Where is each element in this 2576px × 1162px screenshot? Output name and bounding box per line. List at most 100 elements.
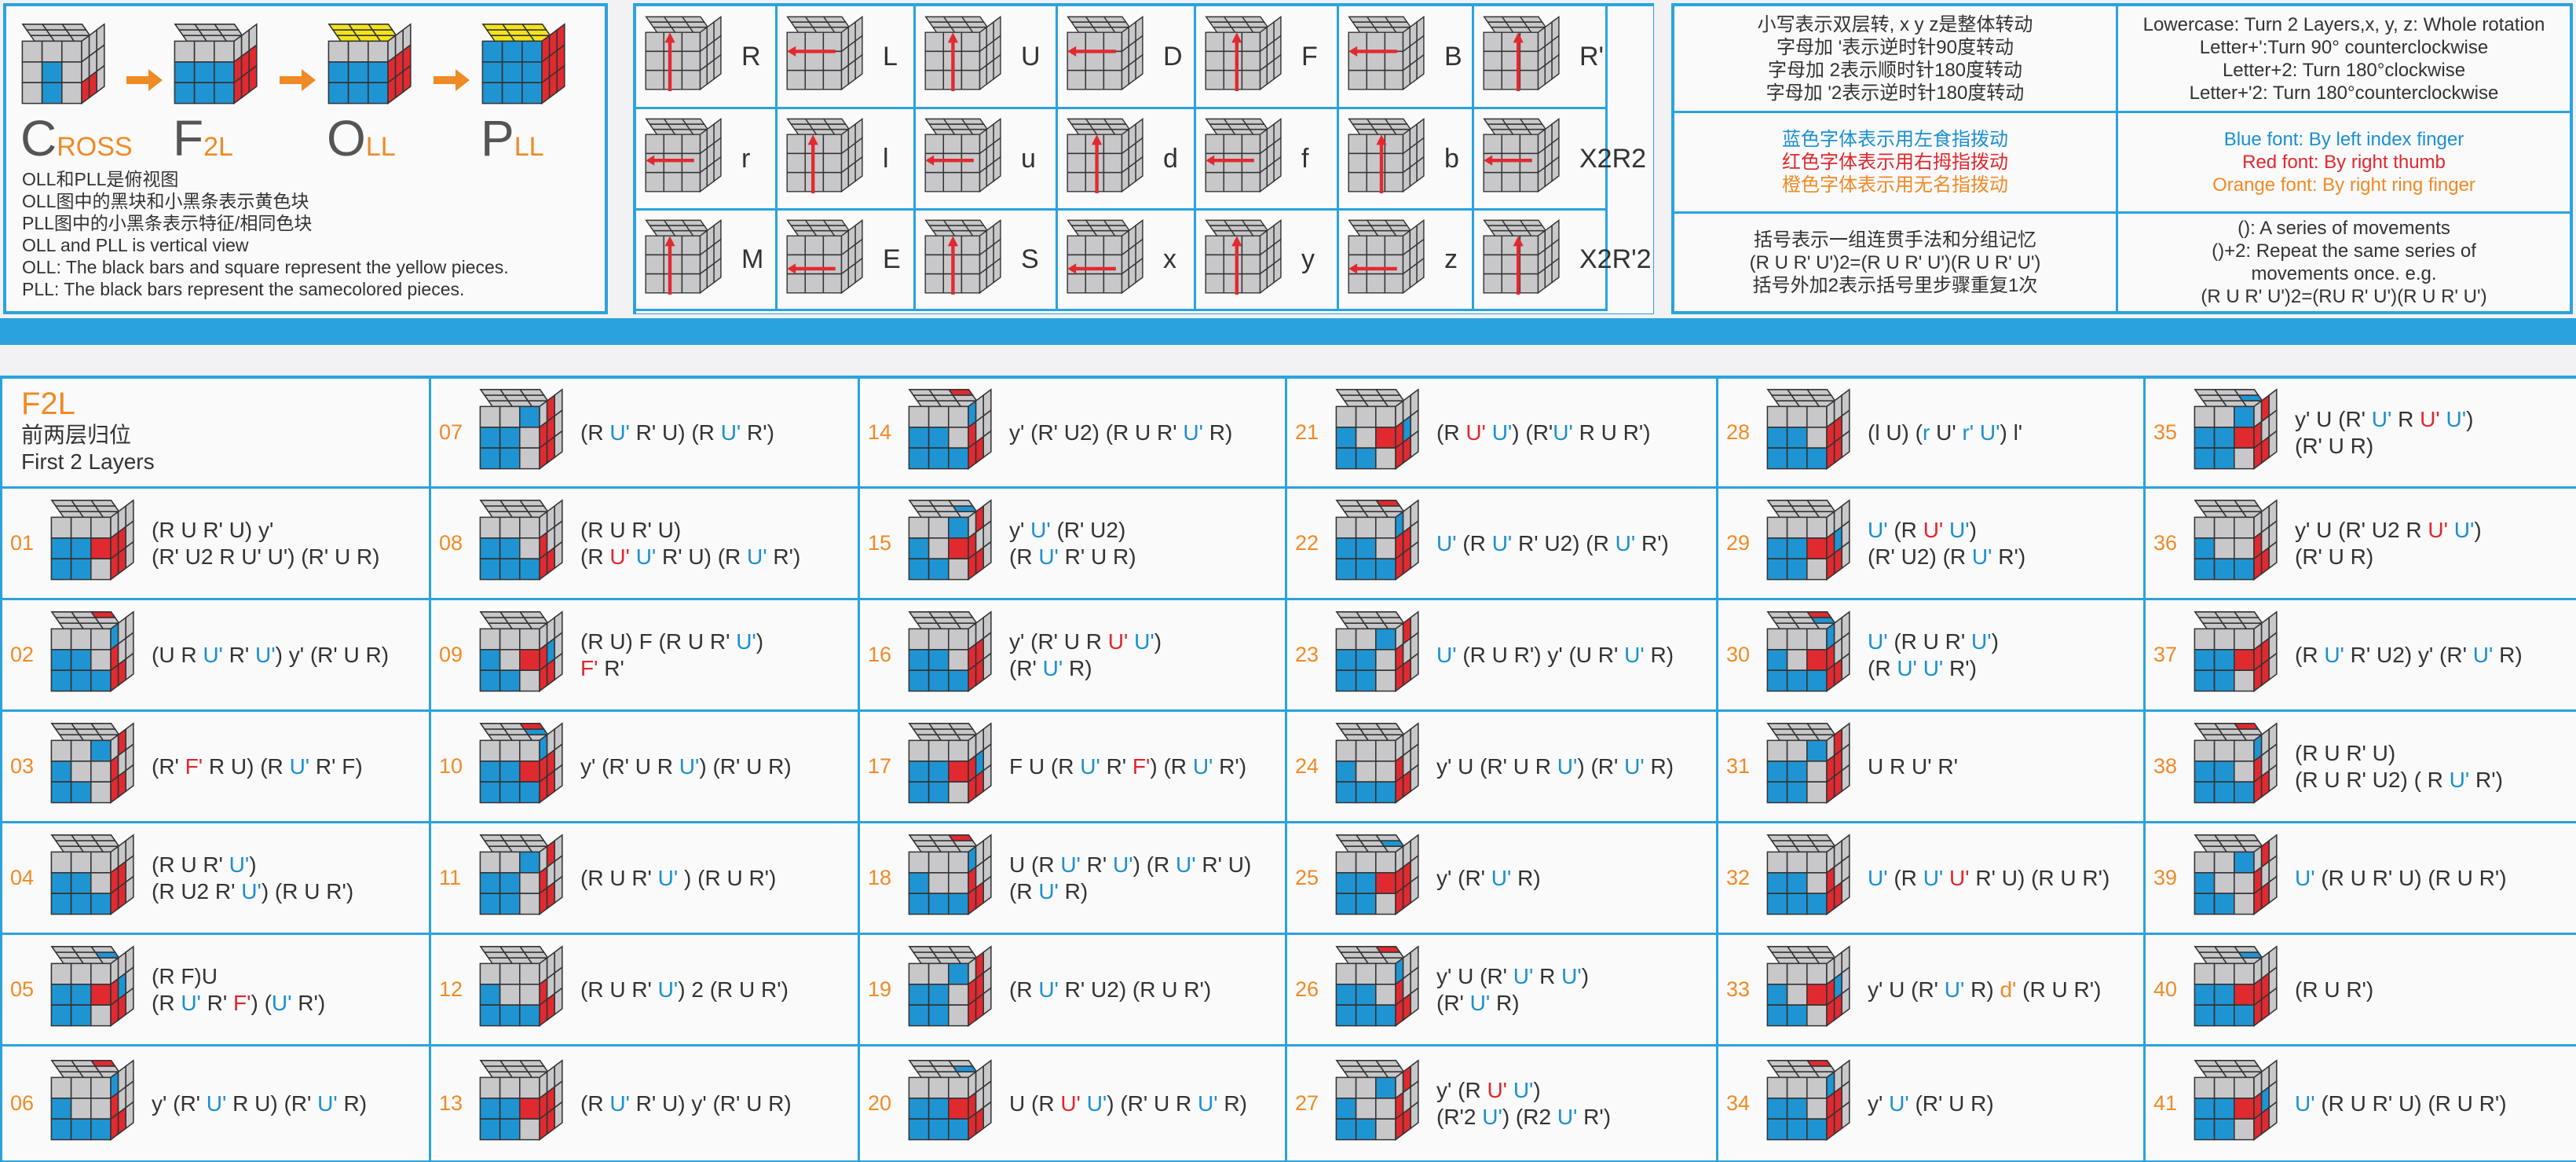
algorithm-line: y' (R' U R U' U') xyxy=(1009,629,1162,655)
case-number: 29 xyxy=(1726,531,1751,555)
case-number: 18 xyxy=(868,866,892,889)
case-cube-icon xyxy=(479,833,563,915)
case-algorithm: (R U R' U) y' (R' U2 R U' U') (R' U R) xyxy=(152,517,380,570)
move-text: U' xyxy=(2446,406,2467,431)
move-text: r' xyxy=(1962,420,1974,445)
move-text: R' xyxy=(222,642,256,667)
move-text: (R xyxy=(1887,865,1923,890)
move-text: F' xyxy=(580,655,598,680)
f2l-header: F2L 前两层归位 First 2 Layers xyxy=(2,379,431,489)
f2l-case-27: 27 y' (R U' U') (R'2 U') (R2 U' R') xyxy=(1287,1047,1718,1162)
move-text: ) xyxy=(1154,629,1162,654)
move-text: R') xyxy=(1943,655,1977,680)
case-cube-icon xyxy=(479,610,563,692)
move-text: (R xyxy=(580,420,610,445)
move-text: (R U R' U) (R U R') xyxy=(2314,1091,2507,1116)
move-text: U' xyxy=(1113,852,1133,877)
f2l-case-04: 04 (R U R' U') (R U2 R' U') (R U R') xyxy=(2,823,431,935)
move-text: y' (R' xyxy=(152,1091,207,1116)
move-symbol: D xyxy=(1163,41,1183,71)
move-text xyxy=(1943,866,1949,890)
f2l-case-22: 22 U' (R U' R' U2) (R U' R') xyxy=(1287,489,1718,600)
algorithm-line: (R U) F (R U R' U') xyxy=(580,629,763,655)
algorithm-line: y' (R' U' R) xyxy=(1436,865,1541,892)
f2l-case-07: 07 (R U' R' U) (R U' R') xyxy=(431,379,860,489)
move-text: (R U R') y' (U R' xyxy=(1456,642,1625,667)
algorithm-line: (R' U' R) xyxy=(1009,655,1162,682)
move-text: U' xyxy=(1198,1091,1218,1116)
move-text: (R xyxy=(1456,530,1492,555)
case-algorithm: y' (R' U' R U) (R' U' R) xyxy=(152,1091,367,1117)
algorithm-line: (R U' R) xyxy=(1009,878,1251,905)
notation-cell-0-5: B xyxy=(1339,6,1474,109)
move-text: U' xyxy=(1889,1091,1909,1116)
move-symbol: X2R'2 xyxy=(1579,244,1652,274)
case-cube-icon xyxy=(1766,610,1850,692)
f2l-case-17: 17 F U (R U' R' F') (R U' R') xyxy=(860,712,1287,823)
algorithm-line: U' (R U R') y' (U R' U' R) xyxy=(1436,642,1674,669)
case-cube-icon xyxy=(479,498,563,581)
case-cube-icon xyxy=(1766,721,1850,804)
algorithm-line: U' (R U' U') xyxy=(1868,517,2025,544)
move-text: y' xyxy=(1009,517,1031,542)
move-text: U' xyxy=(1436,642,1457,667)
case-number: 19 xyxy=(868,977,892,1001)
f2l-case-35: 35 y' U (R' U' R U' U') (R' U R) xyxy=(2146,379,2576,489)
notation-cell-1-1: l xyxy=(778,109,916,211)
case-number: 20 xyxy=(868,1091,892,1115)
case-cube-icon xyxy=(1766,833,1850,915)
cube-icon xyxy=(481,23,565,105)
move-text: R xyxy=(1533,963,1562,988)
move-text: U' xyxy=(1868,865,1888,890)
move-text: U' xyxy=(255,642,276,667)
case-number: 39 xyxy=(2153,866,2178,889)
f2l-case-11: 11 (R U R' U' ) (R U R') xyxy=(431,823,860,935)
move-text: y' U (R' U R xyxy=(1436,753,1557,779)
move-text: (R' U2) xyxy=(1050,517,1126,542)
move-text: (R U R' xyxy=(1887,629,1972,654)
move-text: U' xyxy=(1971,629,1992,654)
f2l-case-14: 14 y' (R' U2) (R U R' U' R) xyxy=(860,379,1287,489)
case-number: 03 xyxy=(10,754,35,778)
move-text: R' F) xyxy=(309,753,363,779)
move-text: (R U2 R' xyxy=(152,878,242,904)
cube-icon xyxy=(174,23,258,105)
move-text: U' xyxy=(747,544,767,569)
case-algorithm: (R U R' U') 2 (R U R') xyxy=(580,977,789,1003)
algorithm-line: (R' U R) xyxy=(2295,544,2482,570)
case-algorithm: (R F)U (R U' R' F') (U' R') xyxy=(152,963,325,1017)
move-text: y' (R' U R xyxy=(580,753,679,779)
case-algorithm: y' U (R' U R U') (R' U' R) xyxy=(1436,753,1674,780)
f2l-case-08: 08 (R U R' U) (R U' U' R' U) (R U' R') xyxy=(431,489,860,600)
move-text: ) xyxy=(249,852,257,877)
move-text: R) xyxy=(1217,1091,1247,1116)
move-text: U' xyxy=(1042,655,1063,680)
move-cube-icon xyxy=(786,117,863,193)
cube-icon xyxy=(21,23,105,105)
move-text: U' xyxy=(1134,629,1154,654)
move-text xyxy=(1917,656,1923,680)
notation-cell-1-0: r xyxy=(636,109,778,211)
case-algorithm: y' U' (R' U2) (R U' R' U R) xyxy=(1009,517,1136,570)
case-number: 24 xyxy=(1295,754,1319,778)
algorithm-line: (R U' R' U R) xyxy=(1009,544,1136,570)
legend-en-turns: Lowercase: Turn 2 Layers,x, y, z: Whole … xyxy=(2118,6,2572,113)
move-text: R' U) xyxy=(1195,852,1252,877)
algorithm-line: (R U' U') (R'U' R U R') xyxy=(1436,420,1651,446)
move-text: U' U' xyxy=(241,544,288,569)
move-text: U' xyxy=(181,990,201,1015)
move-text: U' xyxy=(1465,420,1486,445)
move-text: R' U) (R xyxy=(629,420,721,445)
legend-en-fingers: Blue font: By left index finger Red font:… xyxy=(2118,113,2572,214)
move-text: (R xyxy=(580,1091,610,1116)
move-text: U' xyxy=(1897,655,1917,680)
move-text: U' xyxy=(2472,642,2494,667)
move-text: U R U' R' xyxy=(1868,753,1958,779)
move-text: U' xyxy=(2453,517,2475,542)
case-algorithm: y' U (R' U' R U') (R' U' R) xyxy=(1436,963,1589,1017)
move-cube-icon xyxy=(924,218,1001,295)
move-text: (R xyxy=(1436,420,1466,445)
algorithm-line: (R U' R' U) y' (R' U R) xyxy=(580,1091,792,1117)
algorithm-line: F U (R U' R' F') (R U' R') xyxy=(1009,753,1246,780)
move-cube-icon xyxy=(924,15,1001,92)
